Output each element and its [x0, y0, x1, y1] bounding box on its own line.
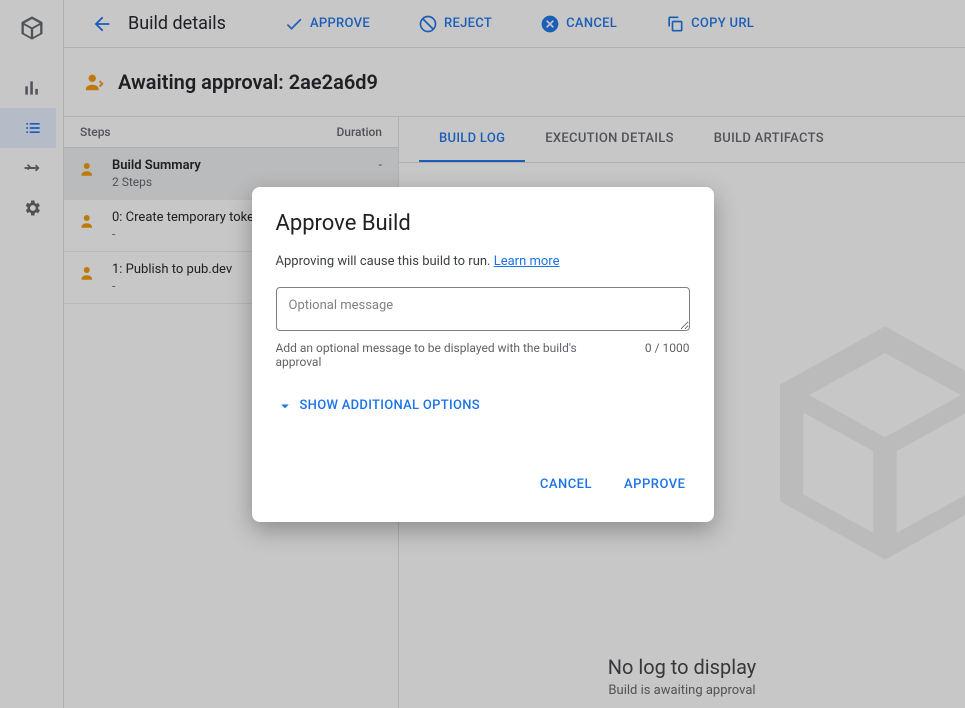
char-counter: 0 / 1000 — [645, 341, 690, 369]
helper-text: Add an optional message to be displayed … — [276, 341, 625, 369]
app-root: Build details APPROVE REJECT CANCEL COPY… — [0, 0, 965, 708]
dialog-title: Approve Build — [276, 211, 690, 236]
dialog-helper-row: Add an optional message to be displayed … — [276, 341, 690, 369]
approval-message-input[interactable] — [276, 287, 690, 331]
approve-build-dialog: Approve Build Approving will cause this … — [252, 187, 714, 522]
dialog-description: Approving will cause this build to run. … — [276, 254, 690, 269]
dialog-actions: CANCEL APPROVE — [276, 471, 690, 498]
learn-more-link[interactable]: Learn more — [494, 254, 560, 269]
dialog-cancel-button[interactable]: CANCEL — [536, 471, 596, 498]
show-additional-options[interactable]: SHOW ADDITIONAL OPTIONS — [276, 397, 690, 415]
chevron-down-icon — [276, 397, 294, 415]
show-additional-label: SHOW ADDITIONAL OPTIONS — [300, 398, 480, 413]
dialog-approve-button[interactable]: APPROVE — [620, 471, 689, 498]
modal-overlay[interactable]: Approve Build Approving will cause this … — [0, 0, 965, 708]
dialog-description-text: Approving will cause this build to run. — [276, 254, 494, 269]
